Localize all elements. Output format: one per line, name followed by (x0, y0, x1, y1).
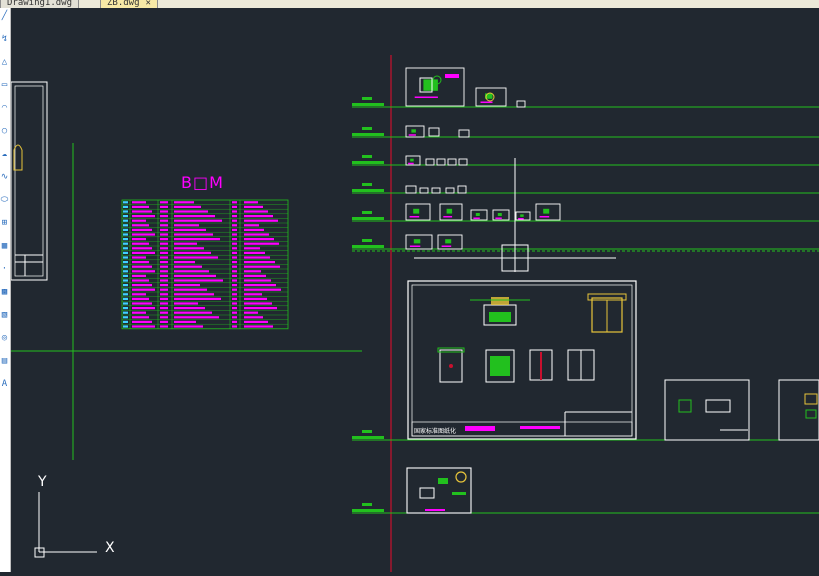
right-sheets (664, 379, 819, 441)
point-icon[interactable]: · (0, 265, 9, 274)
bottom-sheet (406, 467, 472, 514)
line-icon[interactable]: ╱ (0, 12, 9, 21)
table-icon[interactable]: ▤ (0, 357, 9, 366)
rectangle-icon[interactable]: ▭ (0, 81, 9, 90)
ellipse-icon[interactable]: ⬭ (0, 196, 9, 205)
circle-icon[interactable]: ○ (0, 127, 9, 136)
tab-label: Drawing1.dwg (7, 0, 73, 8)
left-drawing-frame (10, 81, 48, 281)
spline-icon[interactable]: ∿ (0, 173, 9, 182)
hatch-icon[interactable]: ▩ (0, 288, 9, 297)
arc-icon[interactable]: ◠ (0, 104, 9, 113)
polyline-icon[interactable]: ↯ (0, 35, 9, 44)
gradient-icon[interactable]: ▧ (0, 311, 9, 320)
insert-icon[interactable]: ⊞ (0, 219, 9, 228)
layout-rows (352, 67, 819, 514)
block-icon[interactable]: ▦ (0, 242, 9, 251)
crosshair-cursor (414, 158, 616, 272)
document-tab-bar: Drawing1.dwg ZB.dwg ✕ (0, 0, 819, 8)
region-icon[interactable]: ◎ (0, 334, 9, 343)
bom-title: B□M (181, 173, 224, 192)
ucs-icon (34, 492, 97, 558)
tab-zb[interactable]: ZB.dwg ✕ (100, 0, 158, 8)
drawing-canvas[interactable]: 国家标准图纸化 B□M Y X (10, 8, 819, 572)
ucs-x-label: X (105, 540, 115, 556)
title-block-text: 国家标准图纸化 (414, 427, 456, 435)
close-icon[interactable]: ✕ (146, 0, 151, 8)
model-space: 国家标准图纸化 (10, 55, 819, 572)
ucs-y-label: Y (38, 474, 47, 490)
bom-table (121, 199, 289, 330)
main-drawing-sheet: 国家标准图纸化 (407, 280, 637, 440)
tab-label: ZB.dwg (107, 0, 140, 8)
text-icon[interactable]: A (0, 380, 9, 389)
tab-drawing1[interactable]: Drawing1.dwg (0, 0, 80, 8)
polygon-icon[interactable]: △ (0, 58, 9, 67)
cloud-icon[interactable]: ☁ (0, 150, 9, 159)
draw-toolbar: ╱ ↯ △ ▭ ◠ ○ ☁ ∿ ⬭ ⊞ ▦ · ▩ ▧ ◎ ▤ A (0, 8, 11, 572)
